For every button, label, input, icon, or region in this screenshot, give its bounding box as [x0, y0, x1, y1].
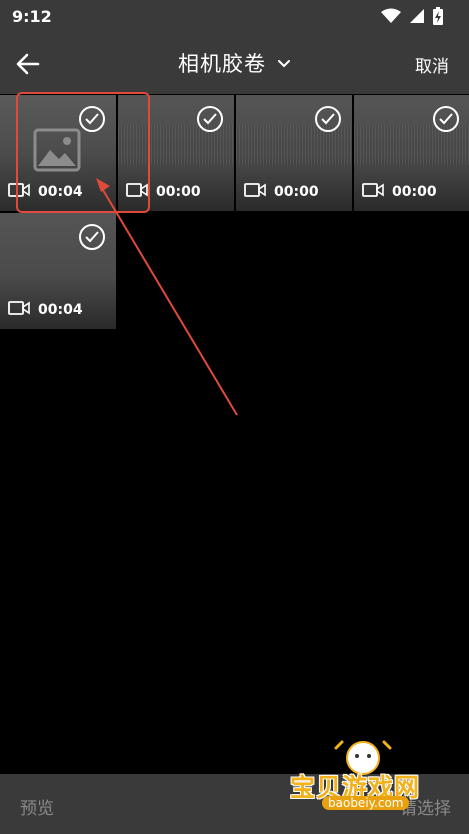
media-tile[interactable]: 00:00: [236, 95, 352, 211]
video-duration: 00:00: [392, 183, 437, 200]
top-bar: 相机胶卷 取消: [0, 34, 469, 94]
duration-row: 00:00: [244, 182, 319, 201]
battery-charging-icon: [433, 7, 443, 29]
signal-icon: [409, 8, 425, 28]
select-check-icon[interactable]: [433, 106, 459, 132]
duration-row: 00:04: [8, 300, 83, 319]
album-selector[interactable]: 相机胶卷: [0, 48, 469, 78]
select-check-icon[interactable]: [315, 106, 341, 132]
select-check-icon[interactable]: [197, 106, 223, 132]
video-camera-icon: [362, 182, 384, 201]
status-bar: 9:12: [0, 0, 469, 34]
wifi-icon: [381, 8, 401, 28]
cancel-button[interactable]: 取消: [415, 52, 449, 77]
status-time: 9:12: [12, 7, 52, 26]
video-camera-icon: [8, 300, 30, 319]
status-icons: [381, 7, 443, 29]
duration-row: 00:00: [362, 182, 437, 201]
page-title: 相机胶卷: [177, 52, 266, 76]
preview-button[interactable]: 预览: [20, 794, 54, 819]
watermark-logo: 宝贝游戏网 baobeiy.com: [290, 740, 440, 820]
select-check-icon[interactable]: [79, 224, 105, 250]
annotation-highlight-box: [16, 92, 150, 213]
video-duration: 00:00: [274, 183, 319, 200]
video-duration: 00:00: [156, 183, 201, 200]
media-tile[interactable]: 00:04: [0, 213, 116, 329]
watermark-url: baobeiy.com: [322, 796, 410, 810]
media-tile[interactable]: 00:00: [354, 95, 469, 211]
video-duration: 00:04: [38, 301, 83, 318]
video-camera-icon: [244, 182, 266, 201]
chevron-down-icon: [277, 54, 291, 73]
